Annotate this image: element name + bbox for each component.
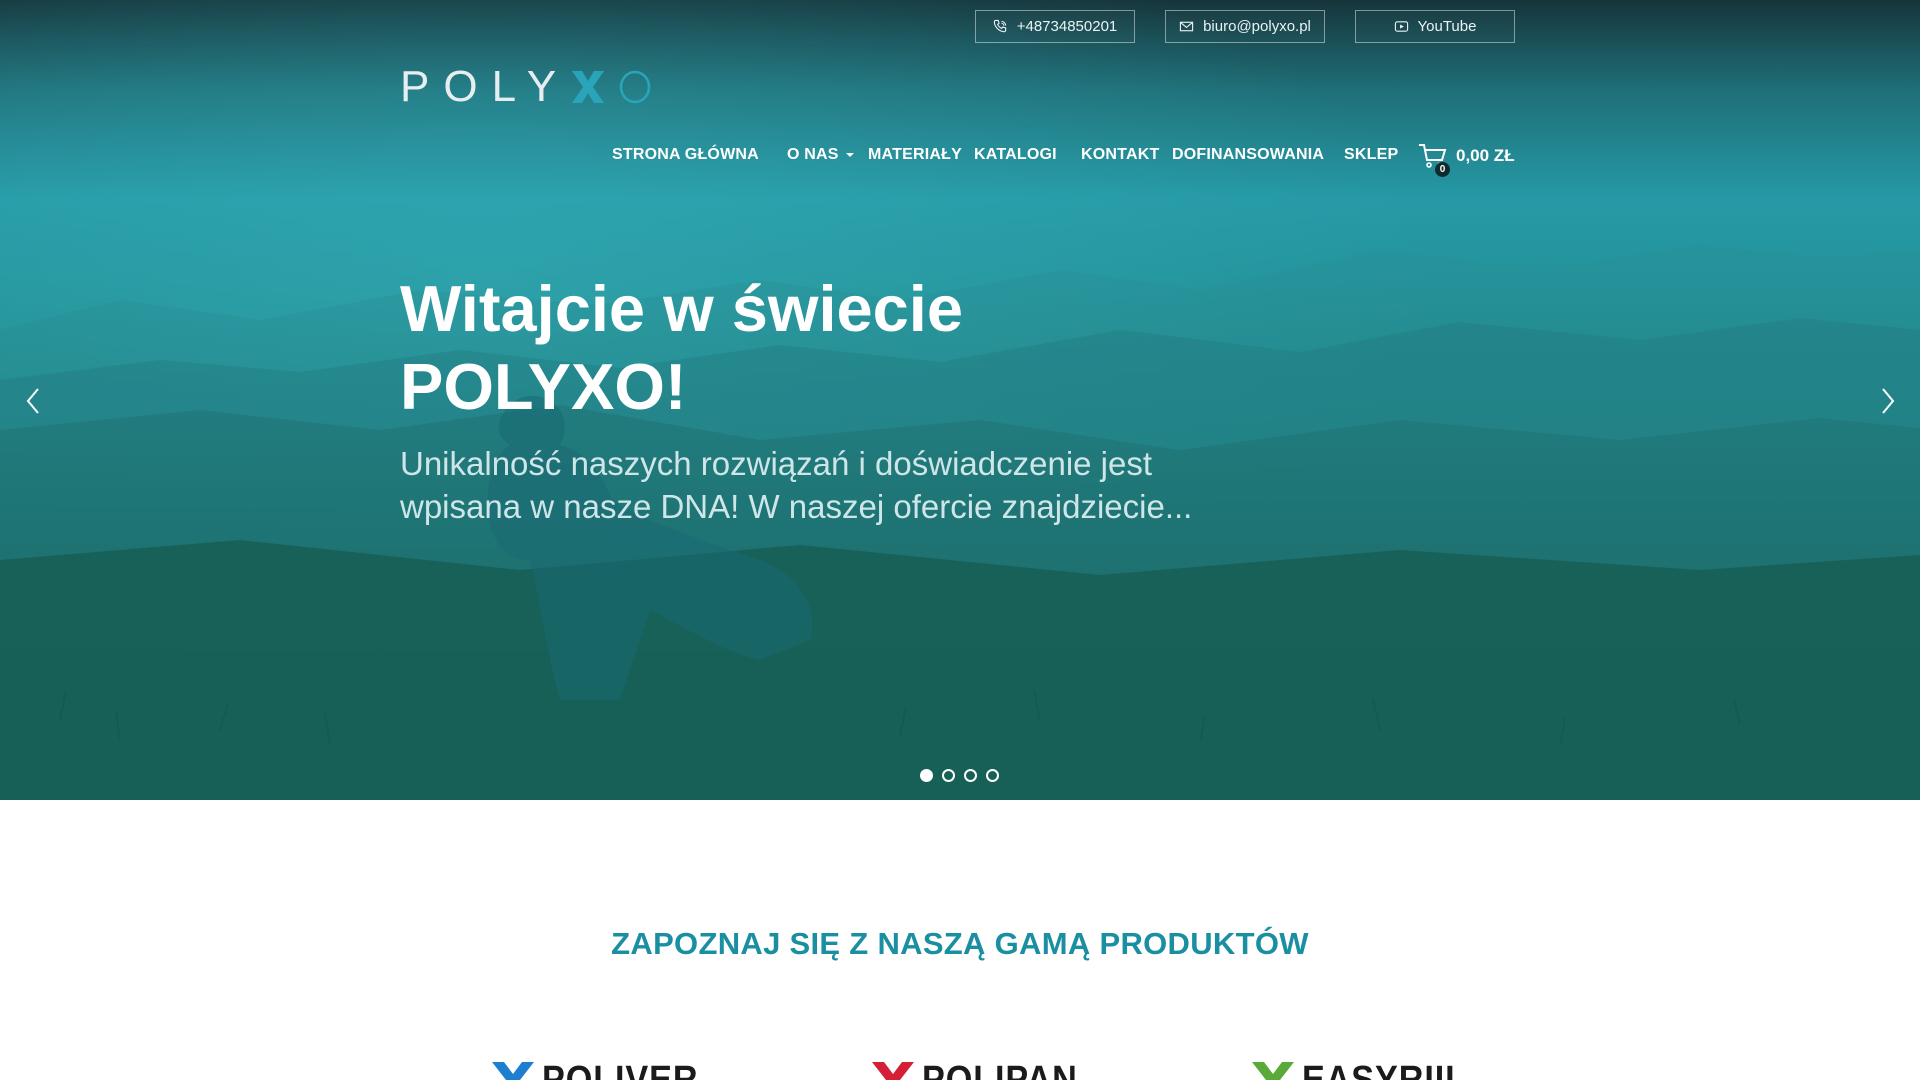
slider-dot-3[interactable] bbox=[964, 769, 977, 782]
email-button[interactable]: biuro@polyxo.pl bbox=[1165, 10, 1325, 43]
hero-subtitle-line-2: wpisana w nasze DNA! W naszej ofercie zn… bbox=[400, 488, 1193, 525]
nav-item-catalogs[interactable]: KATALOGI bbox=[974, 146, 1057, 164]
hero-subtitle-line-1: Unikalność naszych rozwiązań i doświadcz… bbox=[400, 445, 1153, 482]
email-address: biuro@polyxo.pl bbox=[1203, 18, 1311, 35]
products-heading: ZAPOZNAJ SIĘ Z NASZĄ GAMĄ PRODUKTÓW bbox=[611, 926, 1309, 961]
hero-title: Witajcie w świecie POLYXO! bbox=[400, 270, 1160, 426]
brand-logo-poliver[interactable]: POLIVER bbox=[490, 1060, 716, 1080]
nav-item-materials[interactable]: MATERIAŁY bbox=[868, 146, 962, 164]
nav-item-shop[interactable]: SKLEP bbox=[1344, 146, 1398, 164]
phone-number: +48734850201 bbox=[1016, 18, 1118, 35]
brand-logo-easyrii[interactable]: EASYRIII bbox=[1250, 1060, 1473, 1080]
phone-button[interactable]: +48734850201 bbox=[975, 10, 1135, 43]
nav-item-about[interactable]: O NAS bbox=[787, 146, 854, 164]
polyxo-logo[interactable]: POLY bbox=[400, 62, 652, 111]
nav-item-funding[interactable]: DOFINANSOWANIA bbox=[1172, 146, 1324, 164]
hero-title-line-1: Witajcie w świecie bbox=[400, 272, 964, 345]
brand-name: POLIVER bbox=[542, 1059, 699, 1080]
hero-title-line-2: POLYXO! bbox=[400, 350, 687, 423]
cart-count-badge: 0 bbox=[1435, 162, 1450, 177]
slider-dot-1[interactable] bbox=[920, 769, 933, 782]
slider-pagination bbox=[920, 769, 999, 782]
envelope-icon bbox=[1179, 21, 1194, 32]
brand-name: EASYRIII bbox=[1302, 1059, 1456, 1080]
slider-dot-4[interactable] bbox=[986, 769, 999, 782]
logo-o-mark bbox=[619, 70, 651, 104]
logo-text-left: POLY bbox=[400, 62, 571, 111]
phone-icon bbox=[993, 19, 1006, 33]
slider-prev-arrow-icon[interactable] bbox=[18, 384, 48, 418]
nav-item-contact[interactable]: KONTAKT bbox=[1081, 146, 1159, 164]
polipan-x-mark bbox=[872, 1062, 914, 1080]
cart-button[interactable]: 0 0,00 ZŁ bbox=[1418, 142, 1515, 177]
brand-name: POLIPAN bbox=[922, 1059, 1078, 1080]
chevron-down-icon bbox=[845, 152, 854, 157]
youtube-label: YouTube bbox=[1417, 18, 1477, 35]
easyrii-x-mark bbox=[1252, 1062, 1294, 1080]
slider-dot-2[interactable] bbox=[942, 769, 955, 782]
cart-total: 0,00 ZŁ bbox=[1456, 146, 1515, 165]
youtube-icon bbox=[1394, 21, 1408, 32]
brand-logo-polipan[interactable]: POLIPAN bbox=[870, 1060, 1095, 1080]
poliver-x-mark bbox=[492, 1062, 534, 1080]
logo-x-mark bbox=[572, 71, 605, 103]
nav-item-about-label: O NAS bbox=[787, 146, 839, 163]
hero-slider: +48734850201 biuro@polyxo.pl YouTube POL… bbox=[0, 0, 1920, 800]
slider-next-arrow-icon[interactable] bbox=[1873, 384, 1903, 418]
hero-subtitle: Unikalność naszych rozwiązań i doświadcz… bbox=[400, 442, 1300, 528]
nav-item-home[interactable]: STRONA GŁÓWNA bbox=[612, 146, 759, 164]
youtube-button[interactable]: YouTube bbox=[1355, 10, 1515, 43]
